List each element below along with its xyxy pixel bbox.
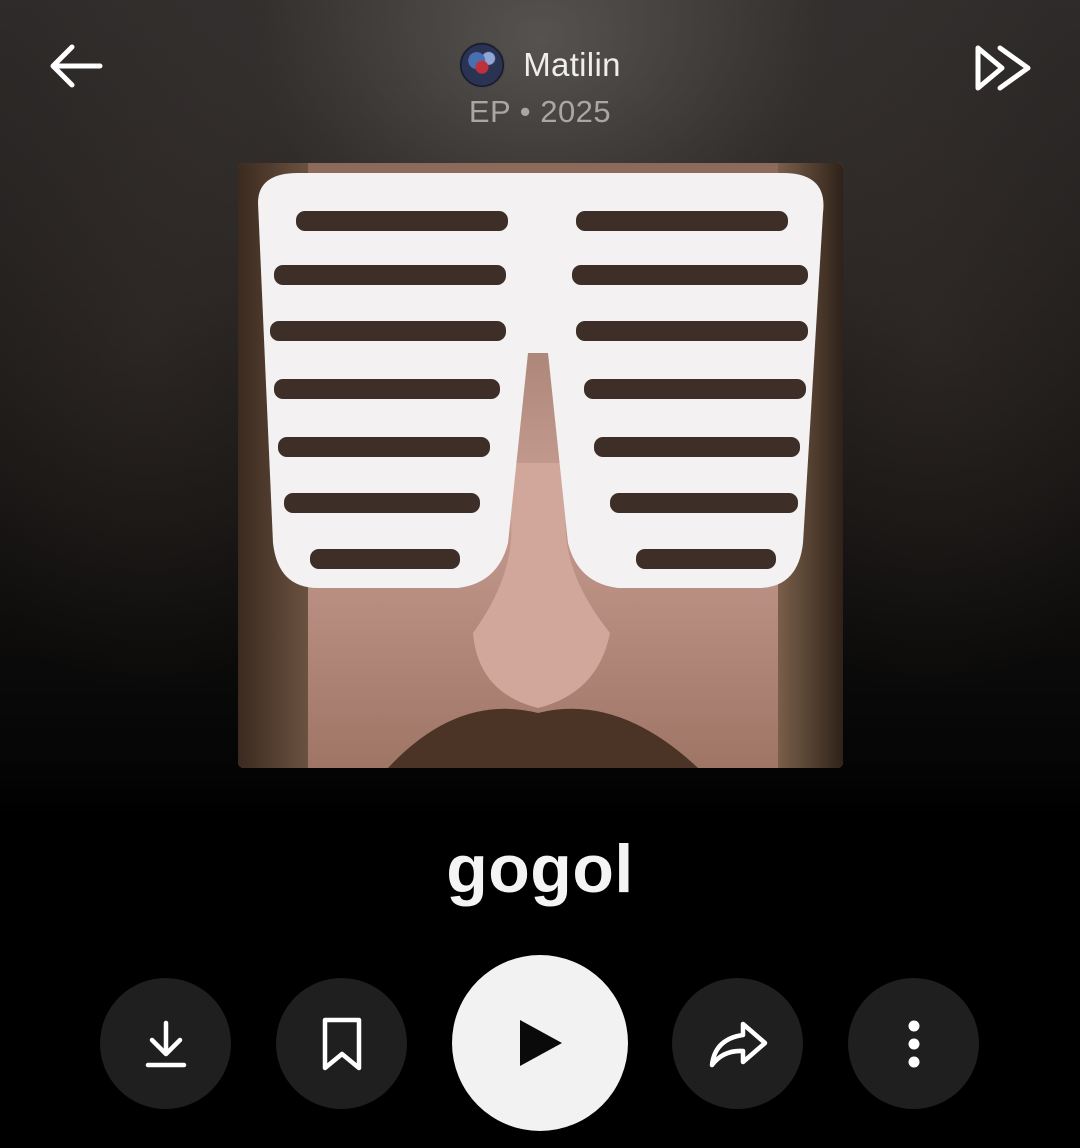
play-next-button[interactable]	[962, 32, 1046, 104]
album-cover-art	[238, 163, 843, 768]
arrow-left-icon	[50, 44, 103, 88]
save-to-library-button[interactable]	[276, 978, 407, 1109]
double-chevron-right-icon	[975, 45, 1031, 91]
share-button[interactable]	[672, 978, 803, 1109]
artist-header: Matilin EP • 2025	[340, 38, 740, 130]
share-icon	[709, 1021, 767, 1067]
download-button[interactable]	[100, 978, 231, 1109]
download-icon	[145, 1020, 186, 1067]
more-options-button[interactable]	[848, 978, 979, 1109]
album-cover	[238, 163, 843, 768]
back-button[interactable]	[36, 30, 116, 102]
artist-link[interactable]: Matilin	[340, 38, 740, 92]
release-meta: EP • 2025	[468, 94, 612, 129]
artist-avatar	[459, 42, 506, 88]
play-icon	[520, 1020, 562, 1066]
album-screen: Matilin EP • 2025 gogol	[0, 0, 1080, 1148]
more-vertical-icon	[908, 1020, 919, 1067]
play-button[interactable]	[452, 955, 628, 1131]
album-title: gogol	[446, 831, 634, 907]
artist-name[interactable]: Matilin	[523, 46, 620, 84]
bookmark-icon	[322, 1017, 361, 1070]
